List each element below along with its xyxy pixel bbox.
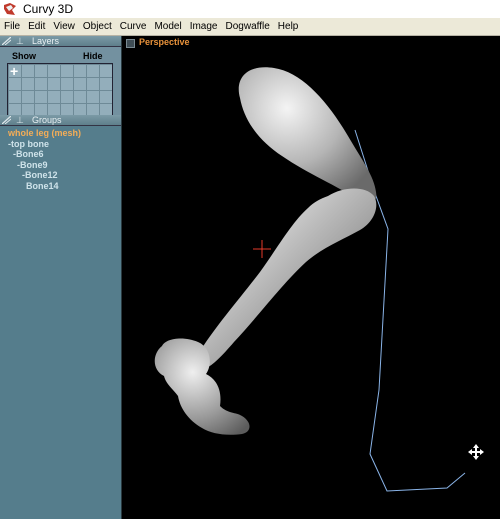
collapse-icon[interactable] bbox=[2, 116, 11, 124]
foot-mesh[interactable] bbox=[154, 338, 250, 435]
shin-mesh[interactable] bbox=[198, 188, 377, 369]
pin-icon[interactable]: ⊥ bbox=[16, 36, 24, 46]
layers-grid[interactable]: + bbox=[7, 63, 113, 117]
layers-panel-header[interactable]: ⊥ Layers bbox=[0, 36, 121, 47]
menu-bar: File Edit View Object Curve Model Image … bbox=[0, 18, 500, 36]
menu-curve[interactable]: Curve bbox=[116, 18, 151, 35]
group-item[interactable]: -top bone bbox=[0, 139, 118, 150]
leg-model-scene[interactable] bbox=[122, 36, 500, 519]
menu-image[interactable]: Image bbox=[186, 18, 222, 35]
plus-icon[interactable]: + bbox=[10, 64, 18, 78]
thigh-mesh[interactable] bbox=[238, 67, 377, 205]
perspective-viewport[interactable]: Perspective bbox=[121, 36, 500, 519]
group-item[interactable]: -Bone12 bbox=[0, 170, 118, 181]
crosshair-cursor-icon bbox=[253, 240, 271, 258]
menu-model[interactable]: Model bbox=[150, 18, 185, 35]
menu-object[interactable]: Object bbox=[79, 18, 116, 35]
move-cursor-icon bbox=[468, 444, 484, 460]
groups-panel: whole leg (mesh) -top bone -Bone6 -Bone9… bbox=[0, 126, 123, 519]
window-title: Curvy 3D bbox=[23, 2, 74, 16]
menu-help[interactable]: Help bbox=[274, 18, 303, 35]
groups-panel-header[interactable]: ⊥ Groups bbox=[0, 115, 121, 126]
menu-dogwaffle[interactable]: Dogwaffle bbox=[222, 18, 274, 35]
left-panel: ⊥ Layers Show Hide + ⊥ Groups whole leg … bbox=[0, 36, 123, 519]
menu-file[interactable]: File bbox=[0, 18, 24, 35]
menu-view[interactable]: View bbox=[49, 18, 79, 35]
title-bar: Curvy 3D bbox=[0, 0, 500, 19]
layers-panel: Show Hide + bbox=[0, 47, 121, 119]
viewport-label: Perspective bbox=[139, 37, 190, 47]
group-item[interactable]: Bone14 bbox=[0, 181, 118, 192]
layers-title: Layers bbox=[32, 36, 60, 46]
groups-tree: whole leg (mesh) -top bone -Bone6 -Bone9… bbox=[0, 128, 118, 191]
group-item[interactable]: -Bone6 bbox=[0, 149, 118, 160]
collapse-icon[interactable] bbox=[2, 37, 11, 45]
viewport-maximize-button[interactable] bbox=[126, 39, 135, 48]
groups-title: Groups bbox=[32, 115, 62, 125]
group-root-item[interactable]: whole leg (mesh) bbox=[0, 128, 118, 139]
pin-icon[interactable]: ⊥ bbox=[16, 115, 24, 125]
layers-show-label[interactable]: Show bbox=[12, 51, 36, 61]
layers-hide-label[interactable]: Hide bbox=[83, 51, 103, 61]
menu-edit[interactable]: Edit bbox=[24, 18, 49, 35]
curvy-app-icon bbox=[4, 3, 16, 15]
group-item[interactable]: -Bone9 bbox=[0, 160, 118, 171]
